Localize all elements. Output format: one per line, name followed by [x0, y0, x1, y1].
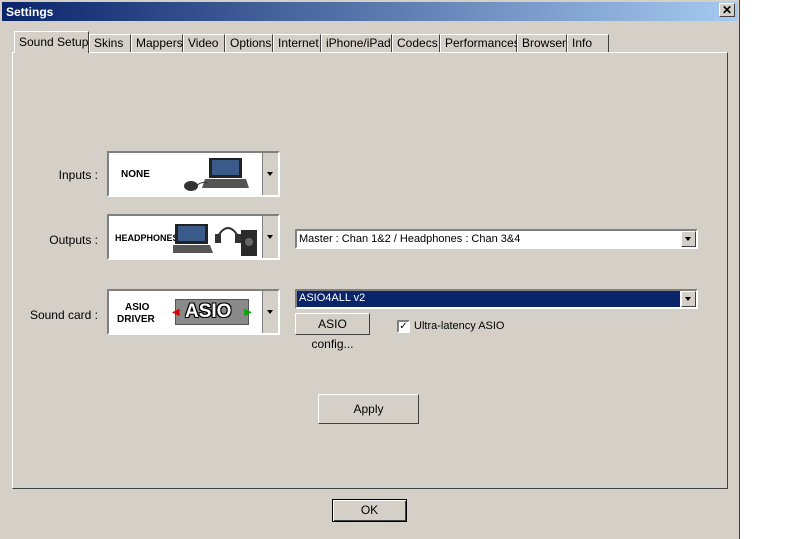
tab-label: Skins — [94, 36, 124, 50]
headphones-laptop-icon — [173, 224, 257, 256]
asio-config-button[interactable]: ASIO config... — [295, 313, 370, 351]
title-bar: Settings — [2, 2, 738, 21]
inputs-selector[interactable]: NONE — [107, 151, 280, 197]
inputs-device-text: NONE — [121, 169, 150, 180]
tab-internet[interactable]: Internet — [273, 34, 321, 52]
tab-browser[interactable]: Browser — [517, 34, 567, 52]
asio-driver-value: ASIO4ALL v2 — [297, 291, 680, 307]
close-icon: ✕ — [721, 3, 733, 17]
close-button[interactable]: ✕ — [719, 3, 735, 17]
tab-label: Performances — [445, 36, 520, 50]
ultra-latency-label: Ultra-latency ASIO — [414, 320, 505, 332]
tab-label: Sound Setup — [19, 35, 89, 49]
asio-logo: ◀ ASIO ▶ — [172, 299, 252, 325]
tab-label: Video — [188, 36, 219, 50]
window-title: Settings — [6, 5, 54, 19]
asio-driver-dropdown-button[interactable] — [681, 291, 696, 307]
ultra-latency-checkbox[interactable]: ✓ — [397, 320, 410, 333]
output-routing-dropdown-button[interactable] — [681, 231, 696, 247]
tab-info[interactable]: Info — [567, 34, 609, 52]
chevron-down-icon — [267, 310, 273, 314]
soundcard-label: Sound card : — [29, 308, 98, 322]
tab-video[interactable]: Video — [183, 34, 225, 52]
arrow-right-icon: ▶ — [244, 307, 252, 318]
arrow-left-icon: ◀ — [172, 307, 180, 318]
tab-mappers[interactable]: Mappers — [131, 34, 183, 52]
chevron-down-icon — [685, 297, 691, 301]
chevron-down-icon — [267, 235, 273, 239]
tab-iphone-ipad[interactable]: iPhone/iPad — [321, 34, 392, 52]
tab-options[interactable]: Options — [225, 34, 273, 52]
inputs-label: Inputs : — [58, 168, 98, 182]
tab-label: Options — [230, 36, 272, 50]
soundcard-dropdown-button[interactable] — [262, 291, 278, 333]
outputs-label: Outputs : — [49, 233, 98, 247]
tab-label: iPhone/iPad — [326, 36, 391, 50]
outputs-dropdown-button[interactable] — [262, 216, 278, 258]
apply-button[interactable]: Apply — [318, 394, 419, 424]
tab-codecs[interactable]: Codecs — [392, 34, 440, 52]
tab-label: Internet — [278, 36, 319, 50]
outputs-selector[interactable]: HEADPHONES — [107, 214, 280, 260]
asio-driver-select[interactable]: ASIO4ALL v2 — [295, 289, 698, 309]
soundcard-device-text-1: ASIO — [125, 302, 150, 313]
output-routing-value: Master : Chan 1&2 / Headphones : Chan 3&… — [299, 233, 521, 245]
asio-logo-text: ASIO — [185, 301, 232, 322]
soundcard-selector[interactable]: ASIO DRIVER ◀ ASIO ▶ — [107, 289, 280, 335]
tab-sound-setup[interactable]: Sound Setup — [14, 31, 89, 53]
laptop-mouse-icon — [184, 158, 249, 191]
tab-label: Info — [572, 36, 593, 50]
settings-window: Settings ✕ Sound Setup Skins Mappers Vid… — [0, 0, 740, 539]
tab-label: Codecs — [397, 36, 438, 50]
tab-label: Mappers — [136, 36, 183, 50]
tab-skins[interactable]: Skins — [89, 34, 131, 52]
chevron-down-icon — [685, 237, 691, 241]
ok-button[interactable]: OK — [332, 499, 407, 522]
inputs-dropdown-button[interactable] — [262, 153, 278, 195]
soundcard-device-text-2: DRIVER — [117, 314, 155, 325]
tab-performances[interactable]: Performances — [440, 34, 520, 52]
output-routing-select[interactable]: Master : Chan 1&2 / Headphones : Chan 3&… — [295, 229, 698, 249]
chevron-down-icon — [267, 172, 273, 176]
outputs-device-text: HEADPHONES — [115, 233, 179, 243]
tab-label: Browser — [522, 36, 567, 50]
